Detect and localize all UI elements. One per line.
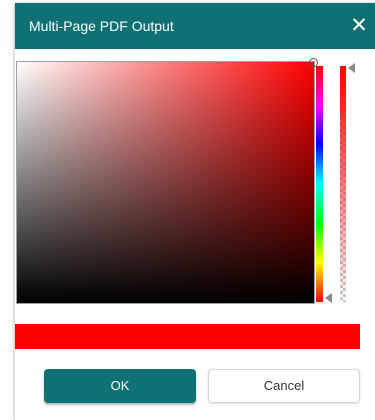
hue-slider[interactable] [316,66,323,302]
alpha-slider[interactable] [340,66,346,302]
dialog-titlebar: Multi-Page PDF Output ✕ [15,3,375,49]
hue-slider-handle[interactable] [325,293,332,303]
saturation-value-area[interactable] [16,58,318,304]
cancel-button[interactable]: Cancel [208,369,360,403]
color-preview [15,324,360,349]
alpha-slider-handle[interactable] [348,63,355,73]
dialog-title: Multi-Page PDF Output [29,18,174,34]
saturation-value-shade [17,62,314,303]
ok-button[interactable]: OK [44,369,196,403]
close-icon[interactable]: ✕ [346,12,372,40]
